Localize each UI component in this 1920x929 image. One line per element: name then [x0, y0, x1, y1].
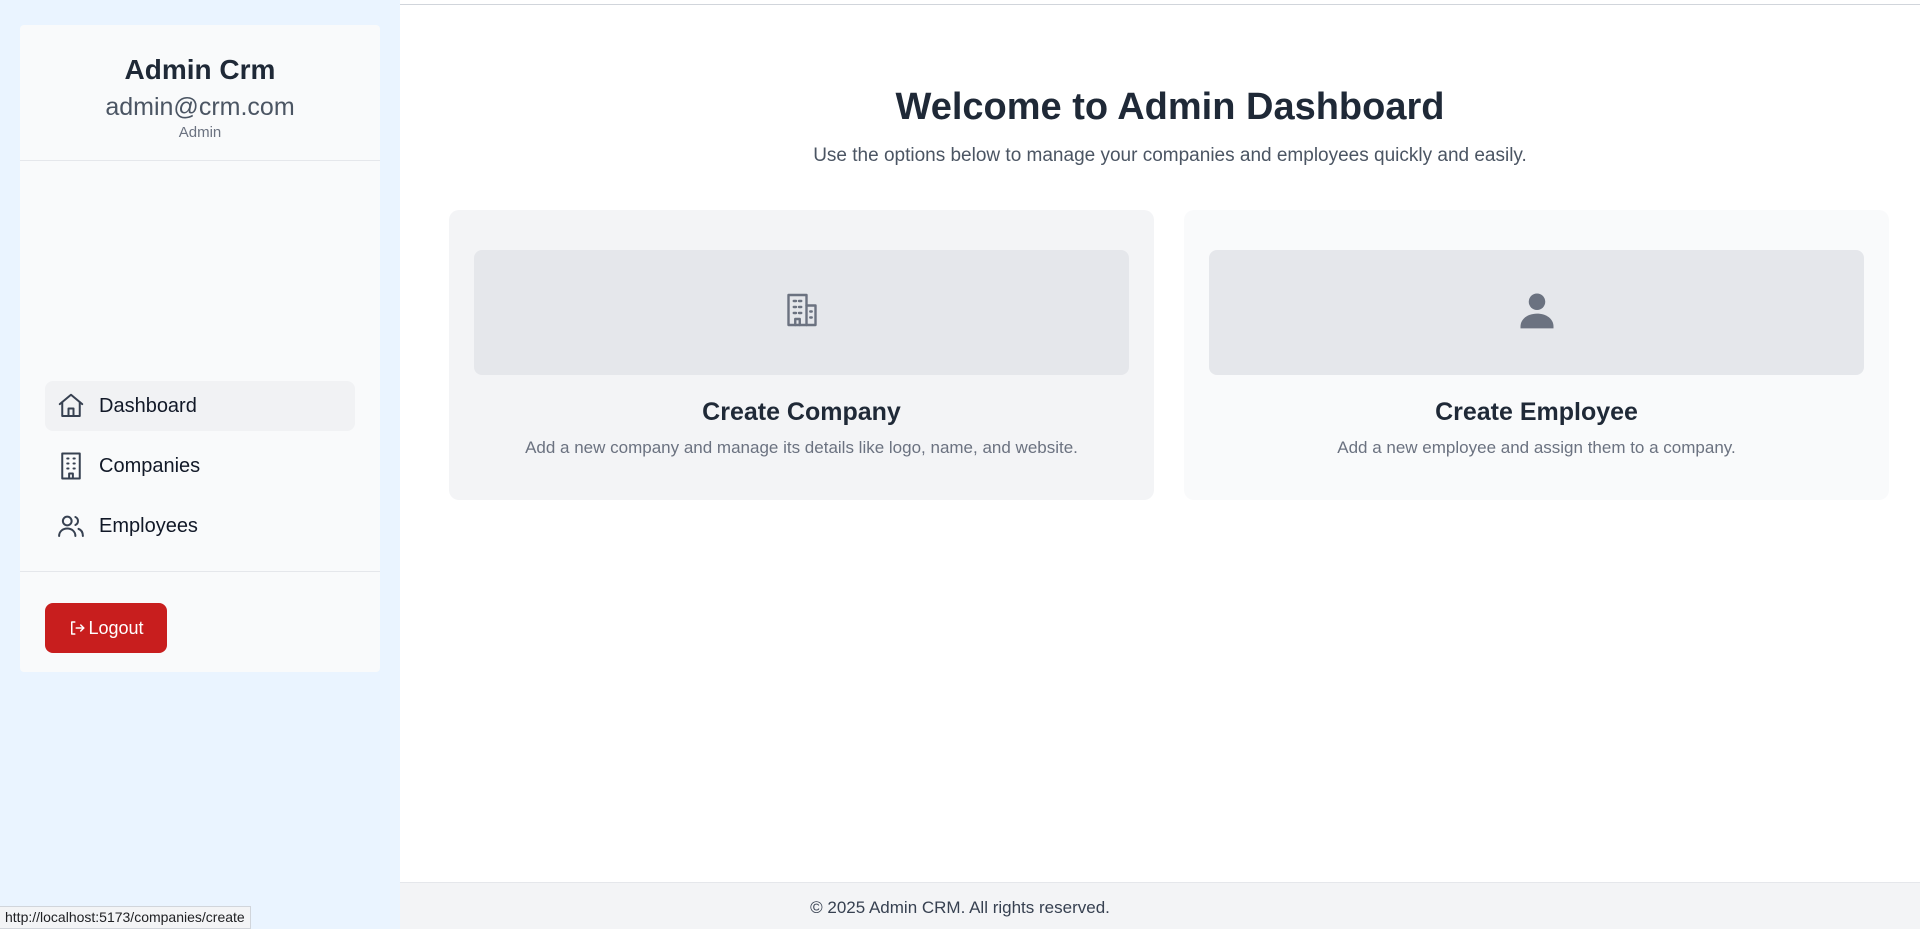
sidebar: Admin Crm admin@crm.com Admin Dashboard: [20, 25, 380, 672]
status-bar-url: http://localhost:5173/companies/create: [0, 906, 251, 929]
copyright-text: © 2025 Admin CRM. All rights reserved.: [810, 898, 1110, 917]
card-banner: [1209, 250, 1864, 375]
page-subtitle: Use the options below to manage your com…: [813, 145, 1527, 166]
profile-name: Admin Crm: [124, 54, 276, 85]
card-description: Add a new company and manage its details…: [525, 438, 1078, 457]
home-icon: [55, 390, 87, 422]
sidebar-item-label: Dashboard: [99, 394, 197, 417]
sidebar-item-companies[interactable]: Companies: [45, 441, 355, 491]
sidebar-divider: [20, 571, 380, 572]
footer: © 2025 Admin CRM. All rights reserved.: [400, 882, 1920, 929]
profile-email: admin@crm.com: [105, 93, 295, 121]
profile-section: Admin Crm admin@crm.com Admin: [20, 25, 380, 161]
sidebar-item-employees[interactable]: Employees: [45, 501, 355, 551]
profile-role: Admin: [178, 124, 222, 141]
create-employee-card[interactable]: Create Employee Add a new employee and a…: [1184, 210, 1889, 500]
card-title: Create Company: [702, 398, 901, 426]
main-content: Welcome to Admin Dashboard Use the optio…: [400, 0, 1920, 882]
users-icon: [55, 510, 87, 542]
sidebar-item-dashboard[interactable]: Dashboard: [45, 381, 355, 431]
card-description: Add a new employee and assign them to a …: [1337, 438, 1736, 457]
logout-button[interactable]: Logout: [45, 603, 167, 653]
user-icon: [1515, 288, 1559, 337]
sidebar-item-label: Companies: [99, 454, 201, 477]
page-title: Welcome to Admin Dashboard: [895, 86, 1445, 128]
logout-label: Logout: [88, 617, 144, 638]
building-icon: [55, 450, 87, 482]
sidebar-nav: Dashboard Companies Employees: [45, 381, 355, 561]
card-banner: [474, 250, 1129, 375]
create-company-card[interactable]: Create Company Add a new company and man…: [449, 210, 1154, 500]
building-icon: [784, 292, 820, 333]
sidebar-item-label: Employees: [99, 514, 198, 537]
card-title: Create Employee: [1435, 398, 1638, 426]
logout-icon: [68, 619, 86, 637]
